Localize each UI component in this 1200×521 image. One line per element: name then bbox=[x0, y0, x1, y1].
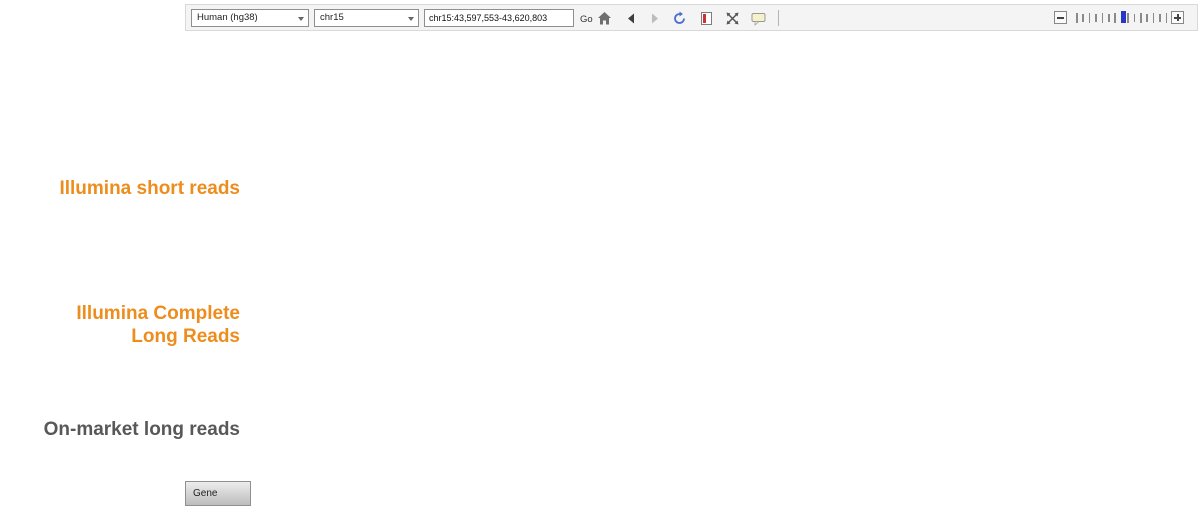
genome-view-canvas bbox=[0, 0, 1200, 521]
igv-window: Human (hg38) chr15 Go bbox=[0, 0, 1200, 521]
